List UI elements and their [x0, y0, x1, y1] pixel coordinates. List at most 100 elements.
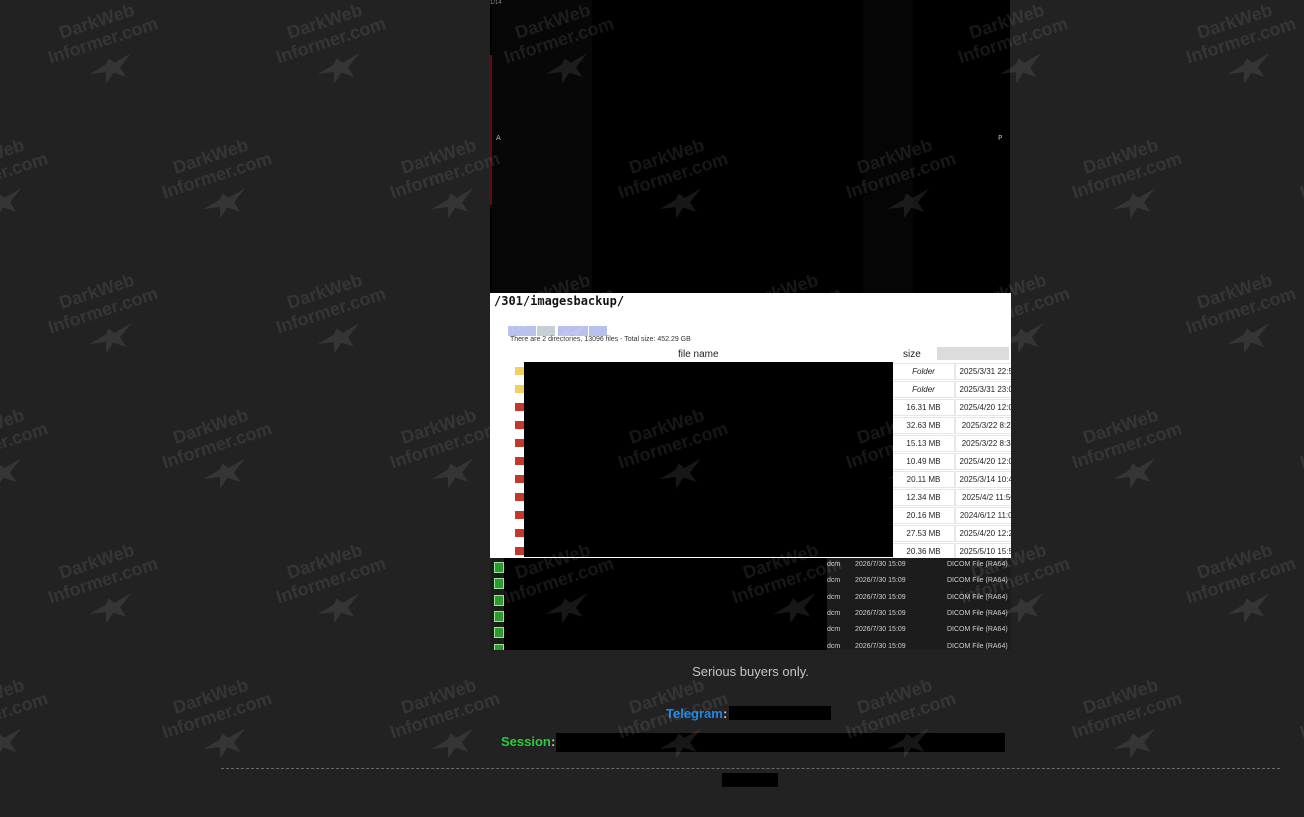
dicom-date: 2026/7/30 15:09 — [855, 593, 906, 601]
file-size: 12.34 MB — [892, 489, 955, 506]
image-file-icon — [515, 439, 524, 447]
image-panel-right — [863, 0, 913, 296]
watermark-line1: DarkWeb — [284, 0, 365, 43]
blurred-button — [508, 326, 536, 336]
image-file-icon — [515, 403, 524, 411]
watermark: DarkWebInformer.com — [1046, 664, 1212, 781]
watermark-line2: Informer.com — [1069, 418, 1185, 473]
watermark-line2: Informer.com — [1183, 283, 1299, 338]
watermark: DarkWebInformer.com — [136, 664, 302, 781]
watermark: DarkWebInformer.com — [0, 394, 78, 511]
watermark-line2: Informer.com — [159, 418, 275, 473]
redacted-session-id — [556, 733, 1005, 752]
dicom-extension: dcm — [827, 609, 841, 617]
watermark-line2: Informer.com — [0, 148, 51, 203]
dicom-file-icon — [494, 610, 504, 622]
file-date: 2025/4/20 12:22:20 — [955, 525, 1011, 542]
dicom-extension: dcm — [827, 626, 841, 634]
file-date: 2025/4/20 12:06:38 — [955, 453, 1011, 470]
blurred-button — [558, 326, 588, 336]
watermark-line2: Informer.com — [387, 688, 503, 743]
watermark-line1: DarkWeb — [1080, 674, 1161, 718]
dicom-date: 2026/7/30 15:09 — [855, 642, 906, 650]
watermark-line2: Informer.com — [1297, 688, 1304, 743]
column-header-file-name: file name — [678, 349, 719, 360]
watermark-line2: Informer.com — [1297, 418, 1304, 473]
folder-icon — [515, 367, 524, 375]
dicom-date: 2026/7/30 15:09 — [855, 609, 906, 617]
file-size: 20.16 MB — [892, 507, 955, 524]
watermark-line2: Informer.com — [273, 553, 389, 608]
file-size: Folder — [892, 381, 955, 398]
dicom-extension: dcm — [827, 577, 841, 585]
watermark-line1: DarkWeb — [56, 0, 137, 43]
image-file-icon — [515, 529, 524, 537]
watermark: DarkWebInformer.com — [0, 124, 78, 241]
watermark-line2: Informer.com — [273, 283, 389, 338]
watermark-line2: Informer.com — [387, 418, 503, 473]
watermark-line1: DarkWeb — [56, 539, 137, 583]
dicom-type: DICOM File (RA64) — [947, 642, 1008, 650]
file-date: 2025/3/31 22:57:10 — [955, 363, 1011, 380]
watermark-line1: DarkWeb — [0, 134, 27, 178]
telegram-label: Telegram — [666, 706, 723, 721]
watermark-line2: Informer.com — [1297, 148, 1304, 203]
watermark: DarkWebInformer.com — [364, 664, 530, 781]
dicom-type: DICOM File (RA64) — [947, 626, 1008, 634]
file-date: 2025/5/10 15:52:58 — [955, 543, 1011, 558]
watermark-line2: Informer.com — [1069, 688, 1185, 743]
watermark-line1: DarkWeb — [170, 134, 251, 178]
watermark-line1: DarkWeb — [1080, 134, 1161, 178]
watermark-line2: Informer.com — [159, 148, 275, 203]
label-separator: : — [723, 706, 728, 721]
watermark: DarkWebInformer.com — [1046, 124, 1212, 241]
watermark-line1: DarkWeb — [284, 539, 365, 583]
label-separator: : — [551, 734, 556, 749]
watermark: DarkWebInformer.com — [22, 259, 188, 376]
file-date: 2025/4/20 12:06:58 — [955, 399, 1011, 416]
file-date: 2025/4/2 11:50:52 — [955, 489, 1011, 506]
watermark: DarkWebInformer.com — [1160, 259, 1304, 376]
file-size: 20.36 MB — [892, 543, 955, 558]
watermark: DarkWebInformer.com — [250, 0, 416, 105]
dicom-extension: dcm — [827, 561, 841, 568]
watermark-line2: Informer.com — [1183, 553, 1299, 608]
watermark: DarkWebInformer.com — [22, 529, 188, 646]
watermark-line1: DarkWeb — [398, 134, 479, 178]
session-label: Session — [501, 734, 551, 749]
dicom-type: DICOM File (RA64) — [947, 593, 1008, 601]
dicom-type: DICOM File (RA64) — [947, 577, 1008, 585]
watermark-line2: Informer.com — [0, 418, 51, 473]
dicom-file-icon — [494, 594, 504, 606]
watermark-line1: DarkWeb — [0, 404, 27, 448]
file-size: 16.31 MB — [892, 399, 955, 416]
watermark: DarkWebInformer.com — [1160, 0, 1304, 105]
watermark: DarkWebInformer.com — [250, 529, 416, 646]
watermark-line2: Informer.com — [45, 13, 161, 68]
blurred-button — [589, 326, 607, 336]
file-date: 2024/6/12 11:01:36 — [955, 507, 1011, 524]
watermark: DarkWebInformer.com — [136, 124, 302, 241]
redacted-dicom-names — [504, 558, 827, 650]
watermark-line1: DarkWeb — [1194, 269, 1275, 313]
image-corner-label: 1/14 — [490, 0, 502, 6]
image-file-icon — [515, 421, 524, 429]
watermark-line1: DarkWeb — [284, 269, 365, 313]
watermark-line1: DarkWeb — [398, 674, 479, 718]
dicom-file-icon — [494, 627, 504, 639]
image-orientation-right: P — [998, 134, 1003, 142]
file-date: 2025/3/31 23:01:40 — [955, 381, 1011, 398]
redacted-telegram-handle — [729, 706, 831, 720]
watermark: DarkWebInformer.com — [1274, 394, 1304, 511]
file-date: 2025/3/22 8:32:10 — [955, 435, 1011, 452]
file-date: 2025/3/22 8:25:48 — [955, 417, 1011, 434]
post-divider — [221, 768, 1280, 769]
watermark-line2: Informer.com — [159, 688, 275, 743]
blurred-button — [537, 326, 555, 336]
watermark: DarkWebInformer.com — [1160, 529, 1304, 646]
redacted-medical-image: 1/14 A P — [490, 0, 1010, 296]
watermark-line2: Informer.com — [0, 688, 51, 743]
watermark-line1: DarkWeb — [170, 404, 251, 448]
dicom-extension: dcm — [827, 593, 841, 601]
post-note: Serious buyers only. — [692, 664, 809, 679]
